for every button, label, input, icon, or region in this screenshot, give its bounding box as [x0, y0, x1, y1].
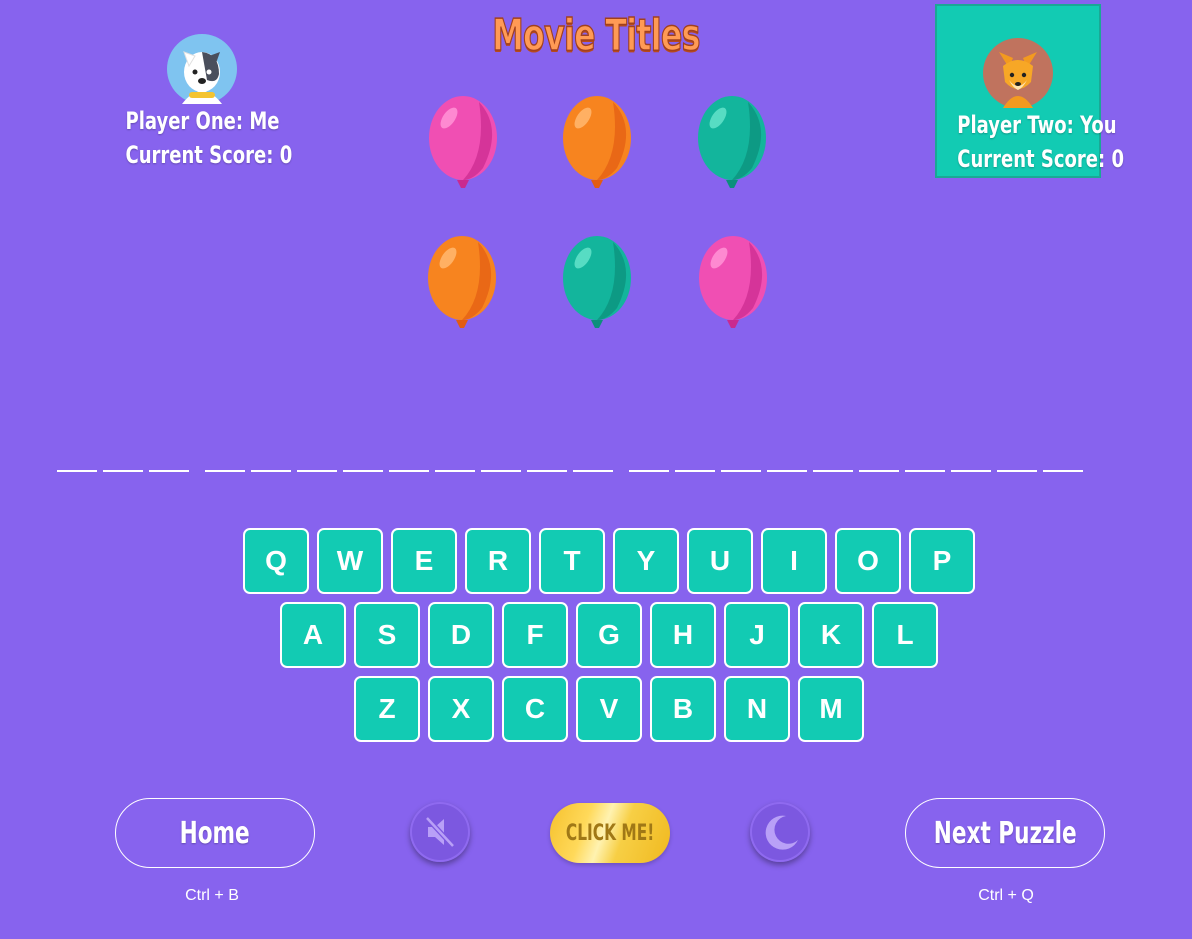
letter-blank [251, 470, 291, 472]
balloon-teal [696, 94, 768, 195]
home-button[interactable]: Home [115, 798, 315, 868]
key-v[interactable]: V [576, 676, 642, 742]
balloon-orange [426, 234, 498, 335]
balloon-teal [561, 234, 633, 335]
key-p[interactable]: P [909, 528, 975, 594]
player-two-name: Player Two: You [957, 111, 1117, 139]
home-shortcut-hint: Ctrl + B [185, 887, 239, 904]
next-puzzle-button[interactable]: Next Puzzle [905, 798, 1105, 868]
player-two-panel: Player Two: You Current Score: 0 [935, 4, 1124, 178]
letter-blank [435, 470, 475, 472]
key-x[interactable]: X [428, 676, 494, 742]
letter-blank [297, 470, 337, 472]
player-two-score: Current Score: 0 [957, 145, 1124, 173]
letter-blank [767, 470, 807, 472]
letter-blank [813, 470, 853, 472]
letter-blank [205, 470, 245, 472]
home-button-label: Home [179, 815, 251, 851]
letter-blank [527, 470, 567, 472]
letter-blank [629, 470, 669, 472]
next-puzzle-shortcut-hint: Ctrl + Q [978, 887, 1034, 904]
letter-blank [1043, 470, 1083, 472]
mute-button[interactable] [410, 802, 470, 862]
letter-blank [997, 470, 1037, 472]
letter-blank [343, 470, 383, 472]
key-z[interactable]: Z [354, 676, 420, 742]
balloon-pink [697, 234, 769, 335]
key-a[interactable]: A [280, 602, 346, 668]
key-c[interactable]: C [502, 676, 568, 742]
key-s[interactable]: S [354, 602, 420, 668]
key-r[interactable]: R [465, 528, 531, 594]
next-puzzle-label: Next Puzzle [933, 815, 1077, 851]
letter-blank [57, 470, 97, 472]
key-o[interactable]: O [835, 528, 901, 594]
letter-blank [951, 470, 991, 472]
key-m[interactable]: M [798, 676, 864, 742]
key-h[interactable]: H [650, 602, 716, 668]
letter-blank [859, 470, 899, 472]
key-g[interactable]: G [576, 602, 642, 668]
word-blanks [0, 470, 1192, 474]
balloon-orange [561, 94, 633, 195]
click-me-button[interactable]: CLICK ME! [550, 803, 670, 863]
letter-blank [149, 470, 189, 472]
dog-avatar-icon [167, 34, 237, 104]
letter-blank [573, 470, 613, 472]
theme-toggle-button[interactable] [750, 802, 810, 862]
fox-avatar-icon [983, 38, 1053, 108]
key-w[interactable]: W [317, 528, 383, 594]
key-k[interactable]: K [798, 602, 864, 668]
key-i[interactable]: I [761, 528, 827, 594]
letter-blank [481, 470, 521, 472]
key-u[interactable]: U [687, 528, 753, 594]
letter-blank [103, 470, 143, 472]
key-l[interactable]: L [872, 602, 938, 668]
key-e[interactable]: E [391, 528, 457, 594]
player-one-score: Current Score: 0 [125, 141, 293, 169]
moon-icon [765, 815, 798, 850]
letter-blank [721, 470, 761, 472]
key-y[interactable]: Y [613, 528, 679, 594]
letter-blank [389, 470, 429, 472]
key-d[interactable]: D [428, 602, 494, 668]
key-f[interactable]: F [502, 602, 568, 668]
balloon-pink [427, 94, 499, 195]
key-t[interactable]: T [539, 528, 605, 594]
click-me-label: CLICK ME! [565, 820, 655, 846]
letter-blank [675, 470, 715, 472]
speaker-muted-icon [425, 816, 455, 848]
key-b[interactable]: B [650, 676, 716, 742]
player-one-panel: Player One: Me Current Score: 0 [100, 34, 304, 172]
key-j[interactable]: J [724, 602, 790, 668]
player-one-name: Player One: Me [125, 107, 280, 135]
key-q[interactable]: Q [243, 528, 309, 594]
letter-blank [905, 470, 945, 472]
key-n[interactable]: N [724, 676, 790, 742]
